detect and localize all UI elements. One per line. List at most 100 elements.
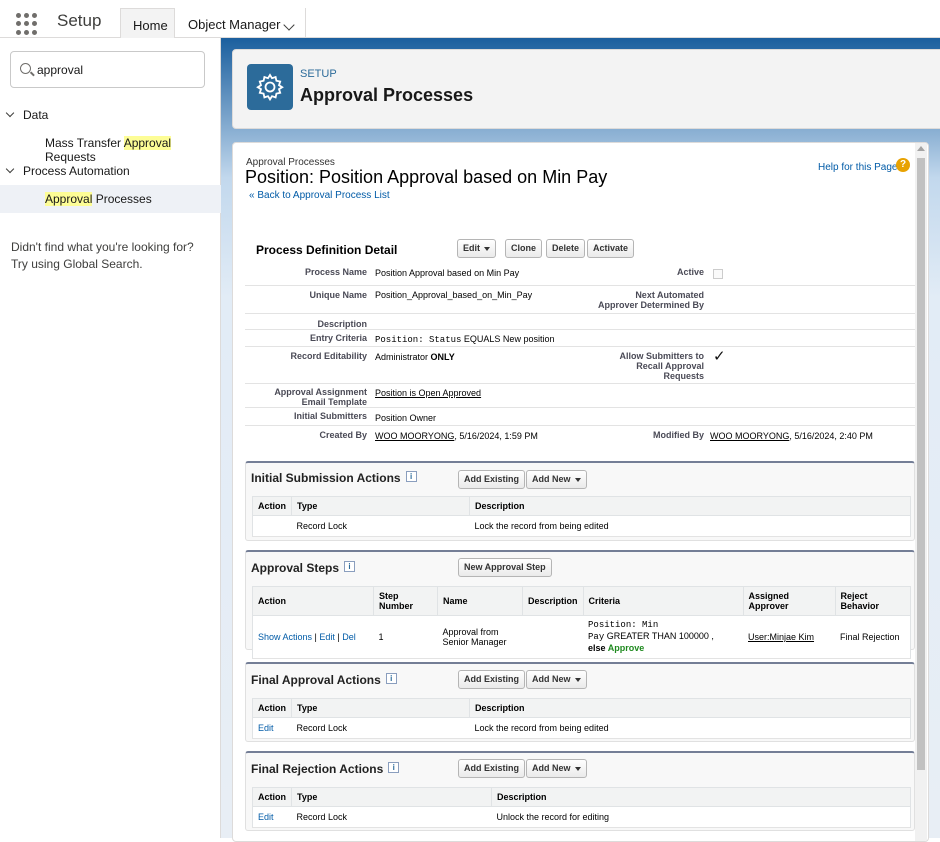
add-new-button[interactable]: Add New (526, 470, 587, 489)
field-label-line: Approver Determined By (597, 300, 704, 310)
column-header: Assigned Approver (742, 586, 836, 616)
detail-row-record-editability: Record Editability Administrator ONLY Al… (245, 347, 915, 384)
header-label: SETUP (300, 68, 337, 80)
checkmark-icon: ✓ (713, 348, 726, 365)
column-header: Description (491, 787, 911, 807)
related-list-title: Approval Steps i (251, 561, 356, 575)
field-label: Entry Criteria (309, 333, 367, 343)
info-icon[interactable]: i (344, 561, 356, 572)
tree-group-process-automation[interactable]: Process Automation (0, 158, 221, 184)
search-highlight: Approval (45, 192, 93, 206)
app-launcher-icon[interactable] (16, 13, 38, 35)
action-cell (252, 515, 292, 537)
editability-text: Administrator (375, 352, 431, 362)
field-label: Allow Submitters to Recall Approval Reques… (619, 351, 704, 381)
step-number-cell: 1 (373, 615, 438, 659)
add-existing-button[interactable]: Add Existing (458, 670, 526, 689)
related-list-title-text: Final Approval Actions (251, 673, 381, 687)
info-icon[interactable]: i (385, 673, 397, 684)
quick-find-input[interactable] (37, 60, 197, 80)
criteria-approve: Approve (607, 643, 645, 653)
action-cell: Edit (252, 717, 292, 739)
info-icon[interactable]: i (405, 471, 417, 482)
modified-by-user-link[interactable]: WOO MOORYONG (710, 431, 789, 441)
quick-find-search[interactable] (10, 51, 205, 88)
column-header: Action (252, 787, 292, 807)
name-line: Senior Manager (442, 637, 507, 647)
tree-group-label: Process Automation (23, 164, 130, 178)
edit-button[interactable]: Edit (457, 239, 496, 258)
criteria-field: Pay (588, 632, 605, 642)
description-cell: Unlock the record for editing (491, 806, 911, 828)
description-cell (522, 615, 584, 659)
scroll-up-icon[interactable] (917, 146, 925, 151)
field-value: Position: Status EQUALS New position (375, 334, 554, 345)
edit-button-label: Edit (463, 243, 480, 253)
edit-link[interactable]: Edit (258, 812, 274, 822)
tree-item-approval-processes[interactable]: Approval Processes (0, 185, 221, 213)
chevron-down-icon[interactable] (283, 19, 295, 31)
chevron-down-icon[interactable] (5, 108, 15, 118)
add-new-button[interactable]: Add New (526, 670, 587, 689)
help-text: Try using Global Search. (11, 257, 143, 271)
field-value: WOO MOORYONG, 5/16/2024, 2:40 PM (710, 431, 873, 441)
add-new-button[interactable]: Add New (526, 759, 587, 778)
edit-link[interactable]: Edit (319, 632, 335, 642)
field-label-line: Allow Submitters to (619, 351, 704, 361)
created-by-user-link[interactable]: WOO MOORYONG (375, 431, 454, 441)
add-new-label: Add New (532, 674, 571, 684)
info-icon[interactable]: i (388, 762, 400, 773)
back-to-list-link[interactable]: « Back to Approval Process List (249, 190, 390, 201)
show-actions-link[interactable]: Show Actions (258, 632, 312, 642)
delete-link[interactable]: Del (342, 632, 356, 642)
table-header-row: Action Type Description (252, 787, 911, 807)
name-cell: Approval from Senior Manager (437, 615, 523, 659)
column-header: Description (469, 698, 911, 718)
record-title: Position: Position Approval based on Min… (245, 167, 608, 187)
name-line: Approval from (442, 627, 499, 637)
criteria-cell: Position: Min Pay GREATER THAN 100000 , el… (583, 615, 744, 659)
email-template-link[interactable]: Position is Open Approved (375, 388, 481, 398)
initial-submission-actions-list: Initial Submission Actions i Add Existing… (245, 461, 915, 541)
help-text: Didn't find what you're looking for? (11, 240, 194, 254)
new-approval-step-button[interactable]: New Approval Step (458, 558, 552, 577)
content-panel: Approval Processes Position: Position Ap… (232, 142, 929, 842)
clone-button[interactable]: Clone (505, 239, 543, 258)
help-icon[interactable]: ? (896, 158, 910, 172)
related-list-title: Final Rejection Actions i (251, 762, 400, 776)
field-label: Created By (319, 430, 367, 440)
scrollbar-thumb[interactable] (917, 158, 925, 770)
tab-home[interactable]: Home (120, 8, 175, 42)
related-list-title-text: Final Rejection Actions (251, 762, 384, 776)
editability-bold: ONLY (430, 352, 455, 362)
related-list-title: Initial Submission Actions i (251, 471, 417, 485)
detail-row-description: Description (245, 314, 915, 330)
field-label: Modified By (653, 430, 704, 440)
edit-link[interactable]: Edit (258, 723, 274, 733)
approver-link[interactable]: User:Minjae Kim (748, 632, 814, 642)
help-for-page-link[interactable]: Help for this Page (818, 162, 898, 173)
add-existing-button[interactable]: Add Existing (458, 470, 526, 489)
delete-button[interactable]: Delete (546, 239, 586, 258)
field-label: Approval Assignment Email Template (274, 387, 367, 407)
chevron-down-icon (484, 246, 490, 251)
column-header: Name (437, 586, 523, 616)
add-existing-button[interactable]: Add Existing (458, 759, 526, 778)
chevron-down-icon[interactable] (5, 164, 15, 174)
tree-group-data[interactable]: Data (0, 102, 221, 128)
setup-sidebar: Data Mass Transfer Approval Requests Pro… (0, 38, 221, 838)
detail-row-email-template: Approval Assignment Email Template Positi… (245, 384, 915, 408)
column-header: Action (252, 586, 374, 616)
app-name: Setup (57, 11, 102, 30)
detail-row-created-modified: Created By WOO MOORYONG, 5/16/2024, 1:59… (245, 426, 915, 446)
field-value: Position_Approval_based_on_Min_Pay (375, 290, 533, 300)
table-row: Record Lock Lock the record from being e… (252, 515, 911, 537)
activate-button[interactable]: Activate (587, 239, 635, 258)
field-label: Description (317, 319, 367, 329)
content-scrollbar[interactable] (915, 143, 927, 841)
tree-item-mass-transfer-approval-requests[interactable]: Mass Transfer Approval Requests (0, 129, 221, 164)
field-label-line: Requests (663, 371, 704, 381)
tab-object-manager[interactable]: Object Manager (176, 8, 306, 42)
column-header: Step Number (373, 586, 438, 616)
column-header: Action (252, 496, 292, 516)
